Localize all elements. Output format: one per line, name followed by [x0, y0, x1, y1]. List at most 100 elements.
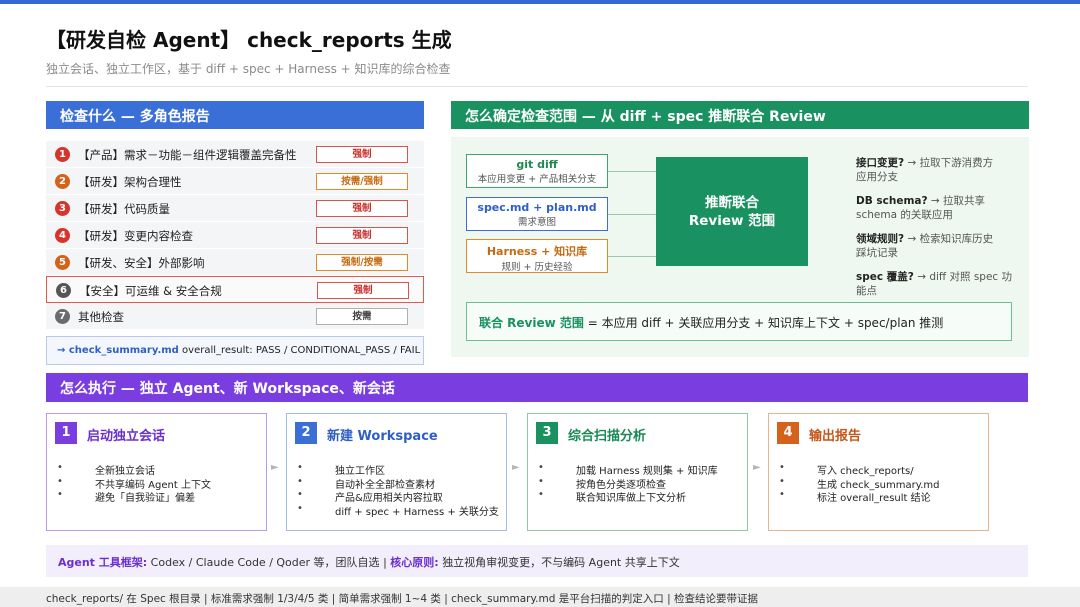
- rule-db-schema: DB schema? → 拉取共享 schema 的关联应用: [856, 194, 985, 222]
- connector-line: [608, 171, 656, 172]
- execution-heading: 怎么执行 — 独立 Agent、新 Workspace、新会话: [46, 373, 1028, 402]
- rule-question: 接口变更?: [856, 157, 905, 169]
- step-new-workspace: 2 新建 Workspace 独立工作区 自动补全全部检查素材 产品&应用相关内…: [286, 413, 507, 531]
- step-title: 启动独立会话: [87, 429, 166, 444]
- scope-formula: = 本应用 diff + 关联应用分支 + 知识库上下文 + spec/plan…: [587, 316, 944, 330]
- rule-question: DB schema?: [856, 195, 928, 207]
- step-bullets: 加载 Harness 规则集 + 知识库 按角色分类逐项检查 联合知识库做上下文…: [538, 462, 718, 504]
- check-item-change-content: 4 【研发】变更内容检查 强制: [46, 222, 424, 249]
- tool-framework-bar: Agent 工具框架: Codex / Claude Code / Qoder …: [46, 545, 1028, 577]
- step-title: 综合扫描分析: [568, 429, 647, 444]
- check-item-label: 【研发】变更内容检查: [78, 229, 193, 243]
- rule-action: → diff 对照 spec 功: [917, 271, 1013, 283]
- rule-question: spec 覆盖?: [856, 271, 914, 283]
- requirement-tag: 按需: [316, 308, 408, 325]
- divider: [46, 86, 1028, 87]
- source-subtitle: 需求意图: [517, 217, 556, 228]
- step-number: 3: [536, 422, 558, 444]
- check-item-label: 【研发】架构合理性: [78, 175, 182, 189]
- check-item-other: 7 其他检查 按需: [46, 303, 424, 330]
- check-item-label: 【产品】需求－功能－组件逻辑覆盖完备性: [78, 148, 297, 162]
- framework-text: Codex / Claude Code / Qoder 等，团队自选: [150, 556, 380, 569]
- bullet-item: 自动补全全部检查素材: [297, 476, 499, 491]
- joint-review-scope-box: 联合 Review 范围 = 本应用 diff + 关联应用分支 + 知识库上下…: [466, 302, 1012, 341]
- step-title: 新建 Workspace: [327, 429, 438, 444]
- step-number: 4: [777, 422, 799, 444]
- bullet-item: 加载 Harness 规则集 + 知识库: [538, 462, 718, 477]
- separator: |: [383, 556, 387, 569]
- bullet-item: 产品&应用相关内容拉取: [297, 489, 499, 504]
- check-list: 1 【产品】需求－功能－组件逻辑覆盖完备性 强制 2 【研发】架构合理性 按需/…: [46, 141, 424, 330]
- rule-action-cont: 踩坑记录: [856, 247, 898, 259]
- bullet-item: 不共享编码 Agent 上下文: [57, 476, 211, 491]
- step-scan-analysis: 3 综合扫描分析 加载 Harness 规则集 + 知识库 按角色分类逐项检查 …: [527, 413, 748, 531]
- summary-output-box: → check_summary.md overall_result: PASS …: [46, 336, 424, 365]
- framework-label: Agent 工具框架:: [58, 556, 148, 569]
- page-title: 【研发自检 Agent】 check_reports 生成: [46, 28, 452, 52]
- check-item-label: 【研发】代码质量: [78, 202, 170, 216]
- check-item-security: 6 【安全】可运维 & 安全合规 强制: [46, 276, 424, 303]
- step-bullets: 独立工作区 自动补全全部检查素材 产品&应用相关内容拉取 diff + spec…: [297, 462, 499, 518]
- center-line-1: 推断联合: [705, 195, 759, 211]
- rule-interface-change: 接口变更? → 拉取下游消费方 应用分支: [856, 156, 993, 184]
- number-badge: 1: [55, 147, 70, 162]
- source-subtitle: 本应用变更 + 产品相关分支: [477, 174, 597, 185]
- rule-domain: 领域规则? → 检索知识库历史 踩坑记录: [856, 232, 993, 260]
- number-badge: 6: [56, 283, 71, 298]
- check-item-code-quality: 3 【研发】代码质量 强制: [46, 195, 424, 222]
- requirement-tag: 强制: [316, 227, 408, 244]
- connector-line: [608, 256, 656, 257]
- step-arrow-icon: ►: [271, 462, 279, 473]
- step-start-session: 1 启动独立会话 全新独立会话 不共享编码 Agent 上下文 避免「自我验证」…: [46, 413, 267, 531]
- rule-action: → 拉取共享: [930, 195, 986, 207]
- scope-heading: 怎么确定检查范围 — 从 diff + spec 推断联合 Review: [451, 101, 1029, 129]
- check-item-external-impact: 5 【研发、安全】外部影响 强制/按需: [46, 249, 424, 276]
- bullet-item: 按角色分类逐项检查: [538, 476, 718, 491]
- check-item-label: 【研发、安全】外部影响: [78, 256, 205, 270]
- footer-note: check_reports/ 在 Spec 根目录 | 标准需求强制 1/3/4…: [0, 587, 1080, 607]
- summary-file-label: → check_summary.md: [57, 345, 179, 356]
- scope-panel: git diff 本应用变更 + 产品相关分支 spec.md + plan.m…: [451, 137, 1029, 357]
- spec-plan-source-box: spec.md + plan.md 需求意图: [466, 197, 608, 231]
- center-line-2: Review 范围: [688, 213, 776, 229]
- check-item-product: 1 【产品】需求－功能－组件逻辑覆盖完备性 强制: [46, 141, 424, 168]
- requirement-tag: 强制: [316, 146, 408, 163]
- rule-action-cont: schema 的关联应用: [856, 209, 953, 221]
- harness-kb-source-box: Harness + 知识库 规则 + 历史经验: [466, 239, 608, 273]
- principle-label: 核心原则:: [390, 556, 439, 569]
- source-title: git diff: [516, 158, 558, 171]
- bullet-item: 写入 check_reports/: [779, 462, 940, 477]
- rule-action-cont: 能点: [856, 285, 877, 297]
- check-item-architecture: 2 【研发】架构合理性 按需/强制: [46, 168, 424, 195]
- rule-action: → 检索知识库历史: [907, 233, 994, 245]
- rule-question: 领域规则?: [856, 233, 905, 245]
- connector-line: [608, 214, 656, 215]
- source-subtitle: 规则 + 历史经验: [501, 262, 573, 273]
- rule-spec-coverage: spec 覆盖? → diff 对照 spec 功 能点: [856, 270, 1012, 298]
- bullet-item: 联合知识库做上下文分析: [538, 489, 718, 504]
- rule-action: → 拉取下游消费方: [907, 157, 994, 169]
- requirement-tag: 强制: [317, 282, 409, 299]
- git-diff-source-box: git diff 本应用变更 + 产品相关分支: [466, 154, 608, 188]
- bullet-item: 生成 check_summary.md: [779, 476, 940, 491]
- step-arrow-icon: ►: [512, 462, 520, 473]
- summary-result-values: overall_result: PASS / CONDITIONAL_PASS …: [182, 345, 421, 356]
- requirement-tag: 强制/按需: [316, 254, 408, 271]
- source-title: Harness + 知识库: [486, 245, 588, 258]
- bullet-item: 避免「自我验证」偏差: [57, 489, 211, 504]
- check-item-label: 【安全】可运维 & 安全合规: [79, 284, 222, 298]
- number-badge: 5: [55, 255, 70, 270]
- principle-text: 独立视角审视变更，不与编码 Agent 共享上下文: [442, 556, 680, 569]
- check-item-label: 其他检查: [78, 310, 124, 324]
- step-arrow-icon: ►: [753, 462, 761, 473]
- page-subtitle: 独立会话、独立工作区，基于 diff + spec + Harness + 知识…: [46, 62, 451, 76]
- bullet-item: 独立工作区: [297, 462, 499, 477]
- number-badge: 7: [55, 309, 70, 324]
- bullet-item: diff + spec + Harness + 关联分支: [297, 503, 499, 518]
- scope-label: 联合 Review 范围: [479, 316, 584, 330]
- infer-review-scope-box: 推断联合 Review 范围: [656, 157, 808, 266]
- step-bullets: 全新独立会话 不共享编码 Agent 上下文 避免「自我验证」偏差: [57, 462, 211, 504]
- step-number: 2: [295, 422, 317, 444]
- check-what-heading: 检查什么 — 多角色报告: [46, 101, 424, 129]
- bullet-item: 标注 overall_result 结论: [779, 489, 940, 504]
